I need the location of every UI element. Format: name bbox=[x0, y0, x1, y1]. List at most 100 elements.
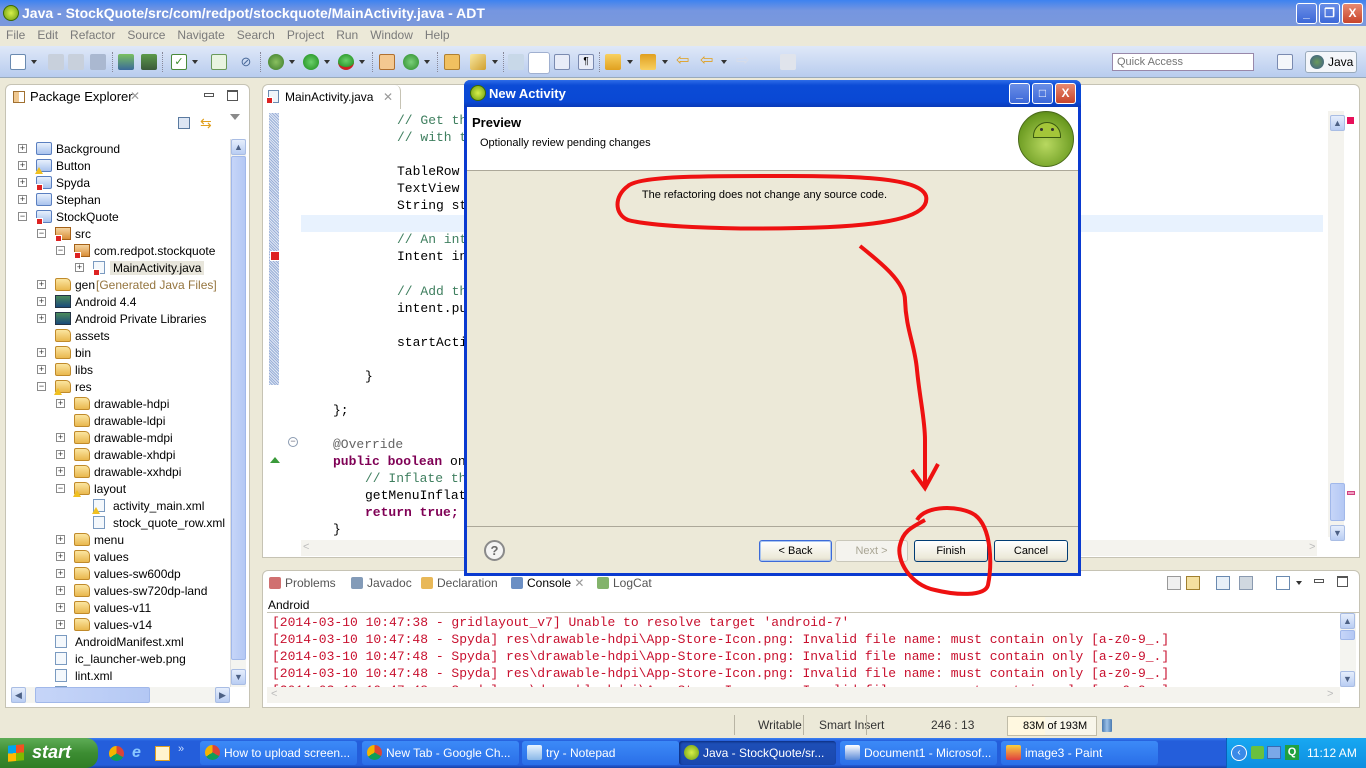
menu-refactor[interactable]: Refactor bbox=[64, 26, 121, 42]
scroll-up-button[interactable]: ▲ bbox=[231, 139, 246, 155]
display-console-icon[interactable] bbox=[1239, 576, 1253, 590]
collapse-icon[interactable]: − bbox=[37, 229, 46, 238]
editor-scroll-thumb[interactable] bbox=[1330, 483, 1345, 521]
save-icon[interactable] bbox=[48, 54, 64, 70]
collapse-icon[interactable]: − bbox=[37, 382, 46, 391]
expand-icon[interactable]: + bbox=[18, 161, 27, 170]
tray-expand-icon[interactable]: ‹ bbox=[1231, 745, 1247, 761]
expand-icon[interactable]: + bbox=[56, 450, 65, 459]
expand-icon[interactable]: + bbox=[37, 314, 46, 323]
close-button[interactable]: X bbox=[1342, 3, 1363, 24]
new-class-dropdown-icon[interactable] bbox=[424, 60, 430, 64]
close-editor-icon[interactable]: ✕ bbox=[383, 90, 393, 104]
dialog-close-button[interactable]: X bbox=[1055, 83, 1076, 104]
tab-declaration[interactable]: Declaration bbox=[421, 576, 498, 590]
console-scroll-left-button[interactable]: < bbox=[271, 688, 277, 700]
debug-dropdown-icon[interactable] bbox=[289, 60, 295, 64]
menu-project[interactable]: Project bbox=[281, 26, 330, 42]
console-output[interactable]: [2014-03-10 10:47:38 - gridlayout_v7] Un… bbox=[263, 613, 1333, 687]
collapse-icon[interactable]: − bbox=[56, 246, 65, 255]
tab-logcat[interactable]: LogCat bbox=[597, 576, 652, 590]
menu-window[interactable]: Window bbox=[364, 26, 419, 42]
expand-icon[interactable]: + bbox=[37, 348, 46, 357]
close-view-icon[interactable]: ✕ bbox=[130, 89, 140, 103]
clear-console-icon[interactable] bbox=[1167, 576, 1181, 590]
sdk-manager-icon[interactable] bbox=[118, 54, 134, 70]
start-button[interactable]: start bbox=[0, 738, 98, 768]
debug-icon[interactable] bbox=[268, 54, 284, 70]
tab-console[interactable]: Console ✕ bbox=[511, 576, 584, 590]
avd-manager-icon[interactable] bbox=[141, 54, 157, 70]
console-scroll-down-button[interactable]: ▼ bbox=[1340, 671, 1355, 687]
expand-icon[interactable]: + bbox=[56, 433, 65, 442]
tray-network-icon[interactable] bbox=[1267, 746, 1281, 759]
open-task-icon[interactable] bbox=[508, 54, 524, 70]
skip-breakpoints-icon[interactable]: ⊘ bbox=[238, 54, 254, 70]
error-overview-marker[interactable] bbox=[1347, 117, 1354, 124]
taskbar-item[interactable]: How to upload screen... bbox=[200, 741, 357, 765]
back-dropdown-icon[interactable] bbox=[721, 60, 727, 64]
expand-icon[interactable]: + bbox=[56, 603, 65, 612]
expand-icon[interactable]: + bbox=[75, 263, 84, 272]
run-icon[interactable] bbox=[303, 54, 319, 70]
cancel-button[interactable]: Cancel bbox=[994, 540, 1068, 562]
minimize-view-icon[interactable] bbox=[204, 93, 214, 97]
next-annotation-dropdown-icon[interactable] bbox=[627, 60, 633, 64]
expand-icon[interactable]: + bbox=[18, 178, 27, 187]
minimize-bottom-icon[interactable] bbox=[1314, 579, 1324, 583]
tray-q-icon[interactable]: Q bbox=[1285, 745, 1299, 760]
scroll-lock-icon[interactable] bbox=[1186, 576, 1200, 590]
next-button[interactable]: Next > bbox=[835, 540, 908, 562]
expand-icon[interactable]: + bbox=[56, 586, 65, 595]
open-console-icon[interactable] bbox=[1276, 576, 1290, 590]
run-dropdown-icon[interactable] bbox=[324, 60, 330, 64]
minimize-button[interactable]: _ bbox=[1296, 3, 1317, 24]
editor-scroll-up-button[interactable]: ▲ bbox=[1330, 115, 1345, 131]
editor-tab[interactable]: MainActivity.java ✕ bbox=[263, 85, 401, 109]
search-dropdown-icon[interactable] bbox=[492, 60, 498, 64]
open-type-icon[interactable] bbox=[444, 54, 460, 70]
forward-icon[interactable]: ⇨ bbox=[736, 53, 752, 70]
package-explorer-tab[interactable]: Package Explorer bbox=[30, 89, 133, 104]
dialog-minimize-button[interactable]: _ bbox=[1009, 83, 1030, 104]
block-selection-icon[interactable] bbox=[554, 54, 570, 70]
console-scroll-thumb[interactable] bbox=[1340, 630, 1355, 640]
previous-annotation-dropdown-icon[interactable] bbox=[662, 60, 668, 64]
search-icon[interactable] bbox=[470, 54, 486, 70]
console-vertical-scrollbar[interactable]: ▲ ▼ bbox=[1340, 613, 1356, 687]
expand-icon[interactable]: + bbox=[18, 144, 27, 153]
external-tools-icon[interactable] bbox=[338, 54, 354, 70]
expand-icon[interactable]: + bbox=[56, 535, 65, 544]
chrome-quicklaunch-icon[interactable] bbox=[109, 746, 124, 761]
menu-file[interactable]: File bbox=[0, 26, 31, 42]
external-tools-dropdown-icon[interactable] bbox=[359, 60, 365, 64]
expand-icon[interactable]: + bbox=[56, 467, 65, 476]
maximize-bottom-icon[interactable] bbox=[1337, 576, 1348, 587]
tray-security-icon[interactable] bbox=[1251, 746, 1264, 759]
outlook-quicklaunch-icon[interactable] bbox=[155, 746, 170, 761]
previous-annotation-icon[interactable] bbox=[640, 54, 656, 70]
collapse-icon[interactable]: − bbox=[18, 212, 27, 221]
taskbar-item[interactable]: try - Notepad bbox=[522, 741, 679, 765]
tree-vertical-scrollbar[interactable]: ▲ ▼ bbox=[230, 139, 246, 687]
restore-button[interactable]: ❐ bbox=[1319, 3, 1340, 24]
menu-source[interactable]: Source bbox=[121, 26, 171, 42]
scroll-left-button[interactable]: ◀ bbox=[11, 687, 26, 703]
expand-icon[interactable]: + bbox=[56, 399, 65, 408]
collapse-icon[interactable]: − bbox=[56, 484, 65, 493]
taskbar-item[interactable]: New Tab - Google Ch... bbox=[362, 741, 519, 765]
last-edit-location-icon[interactable]: ⇦ bbox=[676, 53, 692, 70]
collapse-all-icon[interactable] bbox=[178, 117, 190, 129]
lint-dropdown-icon[interactable] bbox=[192, 60, 198, 64]
editor-scroll-down-button[interactable]: ▼ bbox=[1330, 525, 1345, 541]
next-annotation-icon[interactable] bbox=[605, 54, 621, 70]
expand-icon[interactable]: + bbox=[56, 552, 65, 561]
menu-run[interactable]: Run bbox=[330, 26, 364, 42]
heap-status[interactable]: 83M of 193M bbox=[1007, 716, 1097, 736]
scroll-down-button[interactable]: ▼ bbox=[231, 669, 246, 685]
tab-problems[interactable]: Problems bbox=[269, 576, 336, 590]
clock[interactable]: 11:12 AM bbox=[1307, 746, 1357, 760]
tree-horizontal-scrollbar[interactable]: ◀ ▶ bbox=[11, 687, 230, 703]
pin-console-icon[interactable] bbox=[1216, 576, 1230, 590]
scroll-thumb[interactable] bbox=[231, 156, 246, 660]
